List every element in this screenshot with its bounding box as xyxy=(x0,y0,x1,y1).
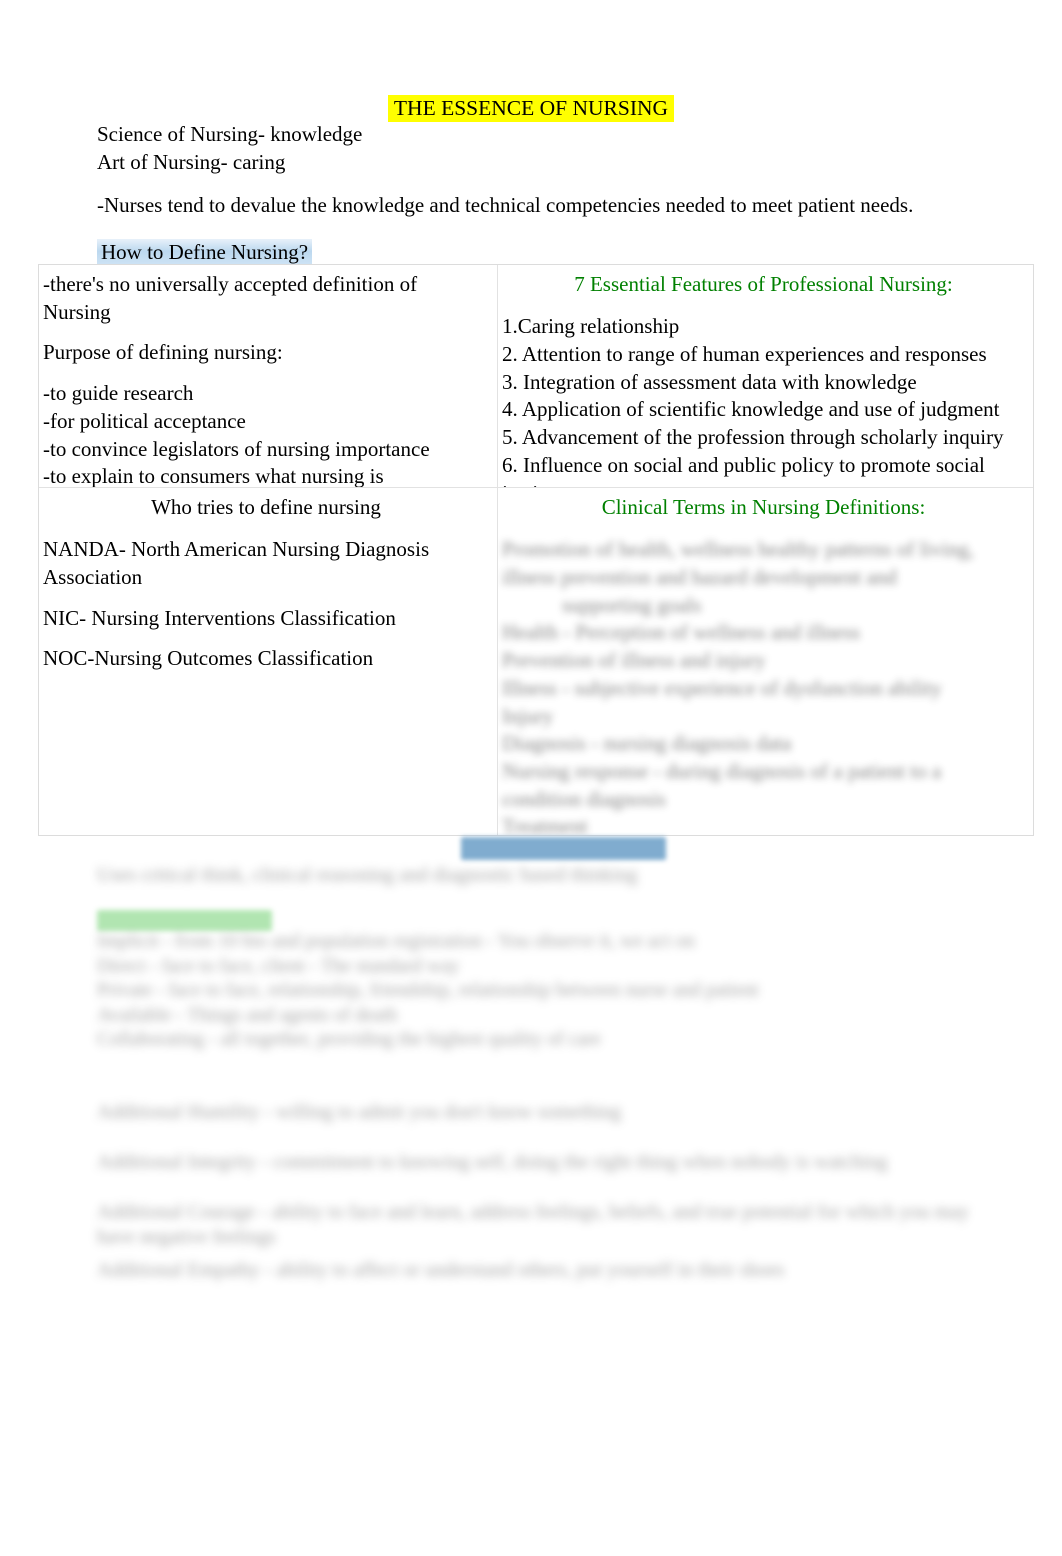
purpose-item: -to convince legislators of nursing impo… xyxy=(43,436,430,461)
green-block: Implicit - from 10 bio and population re… xyxy=(97,930,997,1053)
table-cell-purpose: -there's no universally accepted definit… xyxy=(39,265,498,488)
clinical-term-line: Treatment xyxy=(502,814,588,835)
green-block-line: Direct - face to face, client - The stan… xyxy=(97,955,460,977)
green-block-line: Private - face to face, relationship, fr… xyxy=(97,980,759,1002)
essential-feature-item: 3. Integration of assessment data with k… xyxy=(502,369,917,394)
document-page: THE ESSENCE OF NURSING Science of Nursin… xyxy=(0,0,1062,1556)
essential-feature-item: 6. Influence on social and public policy… xyxy=(502,452,985,487)
clinical-term-line: Injury xyxy=(502,703,554,728)
clinical-term-line: supporting goals xyxy=(562,592,702,617)
purpose-item: -for political acceptance xyxy=(43,408,246,433)
additional-attributes-list: Additional Humility - willing to admit y… xyxy=(97,1100,997,1308)
clinical-terms-heading: Clinical Terms in Nursing Definitions: xyxy=(601,495,926,519)
how-to-define-heading: How to Define Nursing? xyxy=(97,239,313,266)
nursing-definitions-table: -there's no universally accepted definit… xyxy=(38,264,1034,836)
how-to-define-heading-text: How to Define Nursing? xyxy=(97,239,313,266)
purpose-item: -to guide research xyxy=(43,381,194,406)
clinical-term-line: Diagnosis - nursing diagnosis data xyxy=(502,731,792,756)
purpose-label: Purpose of defining nursing: xyxy=(43,340,283,365)
page-title-text: THE ESSENCE OF NURSING xyxy=(387,95,675,122)
green-block-line: Implicit - from 10 bio and population re… xyxy=(97,931,695,952)
intro-line-science: Science of Nursing- knowledge xyxy=(97,122,363,146)
critical-thinking-line: Uses critical think, clinical reasoning … xyxy=(97,864,638,886)
essential-feature-item: 4. Application of scientific knowledge a… xyxy=(502,397,1000,422)
table-cell-clinical-terms: Clinical Terms in Nursing Definitions: P… xyxy=(498,488,1033,835)
additional-attribute-item: Additional Integrity - commitment to kno… xyxy=(97,1151,888,1173)
essential-feature-item: 2. Attention to range of human experienc… xyxy=(502,342,987,367)
clinical-term-line: Promotion of health, wellness healthy pa… xyxy=(502,537,980,590)
additional-attribute-item: Additional Empathy - ability to affect o… xyxy=(97,1259,785,1281)
clinical-term-line: Health - Perception of wellness and illn… xyxy=(502,620,861,645)
who-defines-heading: Who tries to define nursing xyxy=(151,495,381,519)
no-universal-definition-text: -there's no universally accepted definit… xyxy=(43,272,423,324)
clinical-terms-body: Promotion of health, wellness healthy pa… xyxy=(502,523,1025,835)
essential-feature-item: 1.Caring relationship xyxy=(502,314,680,339)
essential-features-heading: 7 Essential Features of Professional Nur… xyxy=(574,272,953,296)
defining-body-item: NIC- Nursing Interventions Classificatio… xyxy=(43,605,396,630)
blue-highlight-bar xyxy=(461,837,666,860)
defining-body-item: NANDA- North American Nursing Diagnosis … xyxy=(43,537,434,590)
green-block-line: Collaborating - all together, providing … xyxy=(97,1029,601,1051)
green-highlight-bar xyxy=(97,910,272,931)
page-title: THE ESSENCE OF NURSING xyxy=(0,95,1062,122)
intro-line-art: Art of Nursing- caring xyxy=(97,150,286,175)
green-block-line: Available - Things and agents of death xyxy=(97,1004,398,1026)
additional-attribute-item: Additional Humility - willing to admit y… xyxy=(97,1101,622,1123)
defining-body-item: NOC-Nursing Outcomes Classification xyxy=(43,646,374,671)
devalue-note: -Nurses tend to devalue the knowledge an… xyxy=(97,193,914,217)
table-cell-essential-features: 7 Essential Features of Professional Nur… xyxy=(498,265,1033,488)
clinical-term-line: Illness - subjective experience of dysfu… xyxy=(502,675,942,700)
clinical-term-line: Nursing response - during diagnosis of a… xyxy=(502,759,947,811)
intro-block: Science of Nursing- knowledge Art of Nur… xyxy=(97,120,977,176)
purpose-item: -to explain to consumers what nursing is xyxy=(43,464,384,488)
essential-feature-item: 5. Advancement of the profession through… xyxy=(502,425,1004,450)
additional-attribute-item: Additional Courage - ability to face and… xyxy=(97,1201,974,1248)
table-cell-who-defines: Who tries to define nursing NANDA- North… xyxy=(39,488,498,835)
clinical-term-line: Prevention of illness and injury xyxy=(502,648,766,673)
